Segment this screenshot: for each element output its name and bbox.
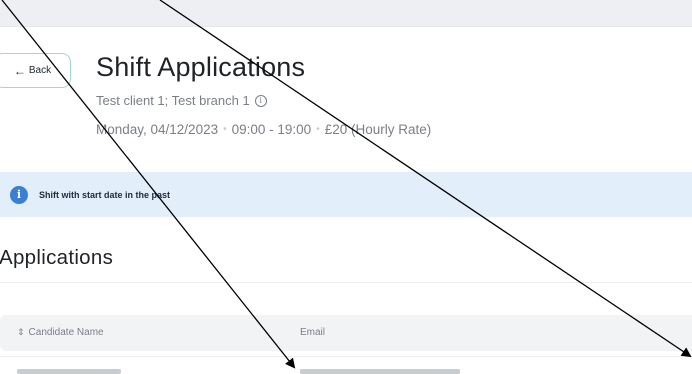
column-candidate-name[interactable]: ⇕ Candidate Name <box>17 327 104 338</box>
page-title: Shift Applications <box>96 52 306 82</box>
client-branch: Test client 1; Test branch 1 i <box>96 93 267 108</box>
back-button[interactable]: ← Back <box>0 53 71 88</box>
column-candidate-name-label: Candidate Name <box>28 327 104 338</box>
shift-time: 09:00 - 19:00 <box>231 122 312 137</box>
email-cell <box>300 369 460 374</box>
separator-dot: • <box>223 124 227 135</box>
arrow-left-icon: ← <box>13 63 26 78</box>
top-bar <box>0 0 692 27</box>
divider <box>0 282 692 283</box>
shift-rate: £20 (Hourly Rate) <box>324 122 432 137</box>
alert-text: Shift with start date in the past <box>39 189 171 200</box>
applications-heading: Applications <box>0 246 114 269</box>
table-row[interactable] <box>0 356 692 374</box>
column-email: Email <box>300 327 326 338</box>
sort-icon[interactable]: ⇕ <box>17 328 25 337</box>
info-icon[interactable]: i <box>254 94 267 107</box>
candidate-name-cell <box>17 369 121 374</box>
info-icon: i <box>10 185 28 204</box>
back-label: Back <box>28 65 52 76</box>
past-shift-alert: i Shift with start date in the past <box>0 172 692 217</box>
table-header: ⇕ Candidate Name Email <box>0 315 692 351</box>
shift-meta: Monday, 04/12/2023 • 09:00 - 19:00 • £20… <box>96 122 431 137</box>
separator-dot: • <box>316 124 320 135</box>
shift-date: Monday, 04/12/2023 <box>96 122 219 137</box>
client-branch-label: Test client 1; Test branch 1 <box>96 93 250 108</box>
